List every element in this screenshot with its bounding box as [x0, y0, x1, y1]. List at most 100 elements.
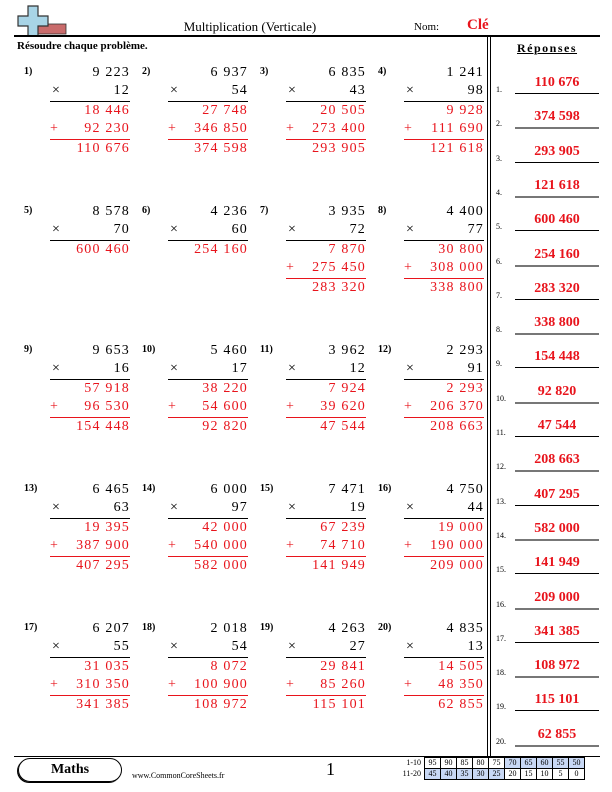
- problem-8: 8) 4 400 77 × 30 800 308 000 +338 800: [370, 197, 485, 322]
- final-product: 283 320: [286, 279, 366, 297]
- answer-value: 254 160: [534, 246, 580, 262]
- multiplier-text: 60: [231, 222, 248, 237]
- final-product: 293 905: [286, 140, 366, 158]
- vertical-multiplication: 8 578 70 × 600 460: [50, 203, 130, 259]
- multiplier: 97 ×: [168, 499, 248, 517]
- problem-20: 20) 4 835 13 × 14 505 48 350 +62 855: [370, 614, 485, 739]
- multiplier: 91 ×: [404, 360, 484, 378]
- final-product: 47 544: [286, 418, 366, 436]
- multiplicand-text: 5 460: [210, 343, 248, 358]
- answer-blank-line: [515, 538, 599, 541]
- subject-badge: Maths: [18, 758, 122, 782]
- partial-product-2-text: 54 600: [202, 399, 248, 414]
- answer-item-7: 7. 283 320: [492, 269, 604, 302]
- problem-19: 19) 4 263 27 × 29 841 85 260 +115 101: [252, 614, 367, 739]
- partial-product-1: 7 924: [286, 380, 366, 398]
- problem-number: 16): [378, 483, 392, 494]
- final-product-text: 407 295: [76, 558, 130, 573]
- score-cell: 60: [536, 757, 553, 769]
- multiplier: 17 ×: [168, 360, 248, 378]
- problem-3: 3) 6 835 43 × 20 505 273 400 +293 905: [252, 58, 367, 183]
- problem-number: 11): [260, 344, 273, 355]
- name-label: Nom:: [414, 21, 440, 33]
- final-product-text: 338 800: [430, 280, 484, 295]
- partial-product-2: 540 000 +: [168, 537, 248, 555]
- problem-number: 17): [24, 622, 38, 633]
- plus-sign: +: [168, 399, 178, 414]
- multiplicand-text: 6 207: [92, 621, 130, 636]
- multiplier: 54 ×: [168, 638, 248, 656]
- website-link[interactable]: www.CommonCoreSheets.fr: [132, 771, 224, 780]
- final-product: 108 972: [168, 696, 248, 714]
- partial-product-1: 7 870: [286, 241, 366, 259]
- partial-product-1: 38 220: [168, 380, 248, 398]
- times-sign: ×: [406, 361, 416, 376]
- problem-11: 11) 3 962 12 × 7 924 39 620 +47 544: [252, 336, 367, 461]
- final-product-text: 374 598: [194, 141, 248, 156]
- times-sign: ×: [52, 83, 62, 98]
- score-cell: 65: [520, 757, 537, 769]
- answer-item-14: 14. 582 000: [492, 509, 604, 542]
- final-product: 338 800: [404, 279, 484, 297]
- problem-number: 4): [378, 66, 387, 77]
- answer-blank-line: [515, 641, 599, 643]
- vertical-multiplication: 9 653 16 × 57 918 96 530 +154 448: [50, 342, 130, 436]
- partial-product-2: 190 000 +: [404, 537, 484, 555]
- plus-sign: +: [168, 677, 178, 692]
- answer-number: 19.: [496, 702, 506, 712]
- multiplicand: 1 241: [404, 64, 484, 82]
- answer-number: 3.: [496, 153, 502, 163]
- multiplier: 60 ×: [168, 221, 248, 239]
- times-sign: ×: [52, 500, 62, 515]
- multiplicand-text: 4 400: [446, 204, 484, 219]
- multiplier-text: 16: [113, 361, 130, 376]
- vertical-multiplication: 7 471 19 × 67 239 74 710 +141 949: [286, 481, 366, 575]
- answer-item-12: 12. 208 663: [492, 440, 604, 473]
- problem-number: 10): [142, 344, 156, 355]
- problem-1: 1) 9 223 12 × 18 446 92 230 +110 676: [16, 58, 131, 183]
- final-product: 374 598: [168, 140, 248, 158]
- partial-product-2-text: 85 260: [320, 677, 366, 692]
- partial-product-1-text: 27 748: [202, 103, 248, 118]
- answer-number: 1.: [496, 85, 502, 94]
- multiplier: 98 ×: [404, 82, 484, 100]
- vertical-multiplication: 1 241 98 × 9 928 111 690 +121 618: [404, 64, 484, 158]
- final-product: 407 295: [50, 557, 130, 575]
- score-cell: 90: [440, 757, 457, 769]
- partial-product-1: 18 446: [50, 102, 130, 120]
- multiplicand-text: 4 750: [446, 482, 484, 497]
- multiplier-text: 54: [231, 639, 248, 654]
- answer-item-6: 6. 254 160: [492, 235, 604, 268]
- answer-value: 582 000: [534, 520, 580, 536]
- multiplier: 16 ×: [50, 360, 130, 378]
- answer-number: 18.: [496, 668, 506, 678]
- partial-product-2: 74 710 +: [286, 537, 366, 555]
- partial-product-1-text: 18 446: [84, 103, 130, 118]
- problem-number: 13): [24, 483, 38, 494]
- vertical-multiplication: 2 018 54 × 8 072 100 900 +108 972: [168, 620, 248, 714]
- partial-product-2-text: 48 350: [438, 677, 484, 692]
- multiplier-text: 13: [467, 639, 484, 654]
- plus-sign: +: [286, 121, 296, 136]
- answer-blank-line: [515, 504, 599, 506]
- score-cell: 70: [504, 757, 521, 769]
- multiplicand-text: 6 465: [92, 482, 130, 497]
- multiplier-text: 19: [349, 500, 366, 515]
- answer-number: 6.: [496, 256, 502, 266]
- header-divider: [14, 35, 600, 37]
- answer-blank-line: [515, 436, 599, 437]
- plus-sign: +: [50, 677, 60, 692]
- multiplicand: 2 293: [404, 342, 484, 360]
- multiplier-text: 55: [113, 639, 130, 654]
- answer-value: 154 448: [534, 349, 580, 365]
- multiplier-text: 63: [113, 500, 130, 515]
- vertical-multiplication: 6 937 54 × 27 748 346 850 +374 598: [168, 64, 248, 158]
- multiplicand-text: 6 937: [210, 65, 248, 80]
- times-sign: ×: [288, 361, 298, 376]
- final-product: 582 000: [168, 557, 248, 575]
- multiplicand-text: 4 236: [210, 204, 248, 219]
- partial-product-2-text: 92 230: [84, 121, 130, 136]
- times-sign: ×: [288, 222, 298, 237]
- answer-blank-line: [515, 744, 599, 747]
- answer-value: 110 676: [534, 75, 580, 90]
